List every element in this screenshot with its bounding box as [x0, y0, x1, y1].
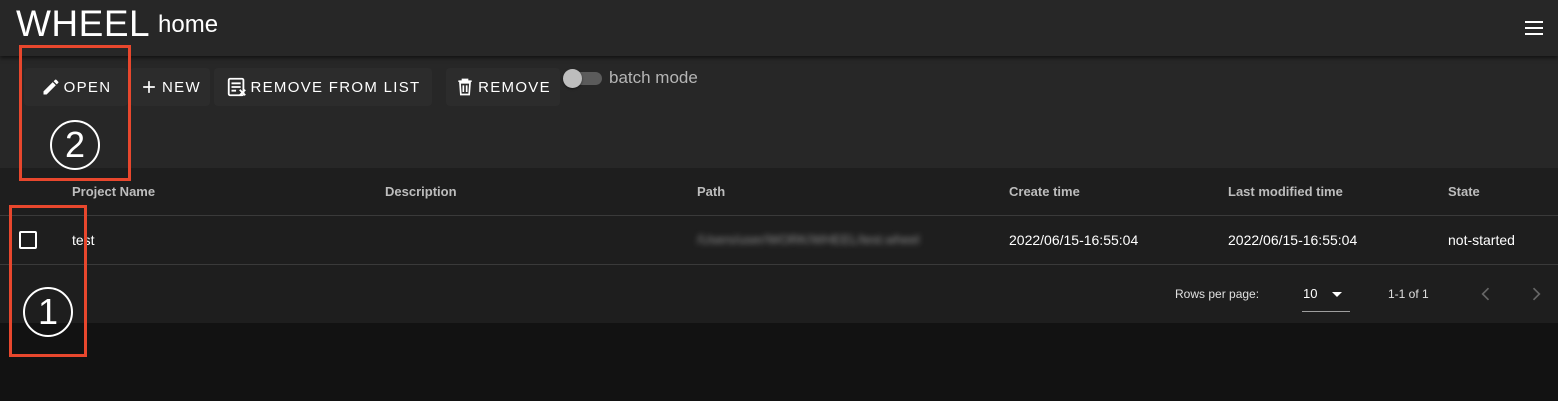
- annotation-marker-2: 2: [50, 120, 100, 170]
- remove-from-list-button[interactable]: REMOVE FROM LIST: [214, 68, 432, 106]
- remove-button[interactable]: REMOVE: [446, 68, 560, 106]
- dropdown-arrow-icon: [1332, 292, 1342, 297]
- page-title: home: [158, 11, 219, 38]
- new-button[interactable]: NEW: [130, 68, 210, 106]
- cell-state: not-started: [1448, 232, 1515, 248]
- column-header-path[interactable]: Path: [697, 184, 725, 199]
- column-header-project-name[interactable]: Project Name: [72, 184, 155, 199]
- chevron-left-icon[interactable]: [1476, 284, 1496, 304]
- app-bar: WHEEL home: [0, 0, 1558, 56]
- wheel-home-page: WHEEL home OPEN NEW REMOVE FROM LIST REM…: [0, 0, 1558, 401]
- column-header-create-time[interactable]: Create time: [1009, 184, 1080, 199]
- cell-last-modified-time: 2022/06/15-16:55:04: [1228, 232, 1358, 248]
- batch-mode-label: batch mode: [609, 68, 698, 87]
- column-header-description[interactable]: Description: [385, 184, 457, 199]
- remove-from-list-icon: [227, 77, 246, 97]
- remove-from-list-label: REMOVE FROM LIST: [250, 78, 421, 96]
- trash-icon: [458, 78, 472, 96]
- pagination-range: 1-1 of 1: [1388, 287, 1429, 301]
- header-divider: [0, 215, 1558, 216]
- batch-mode-toggle[interactable]: [562, 67, 604, 89]
- annotation-marker-1: 1: [23, 287, 73, 337]
- remove-button-label: REMOVE: [478, 78, 551, 96]
- cell-path: /Users/user/WORK/WHEEL/test.wheel: [697, 232, 920, 247]
- rows-per-page-label: Rows per page:: [1175, 287, 1260, 301]
- column-header-last-modified-time[interactable]: Last modified time: [1228, 184, 1343, 199]
- row-divider: [0, 264, 1558, 265]
- rows-per-page-value: 10: [1303, 286, 1318, 301]
- column-header-state[interactable]: State: [1448, 184, 1480, 199]
- project-toolbar: OPEN NEW REMOVE FROM LIST REMOVE batch m…: [0, 56, 1558, 168]
- menu-icon[interactable]: [1520, 14, 1548, 42]
- new-button-label: NEW: [162, 78, 201, 96]
- rows-per-page-select[interactable]: 10: [1302, 282, 1350, 312]
- project-table: Project Name Description Path Create tim…: [0, 168, 1558, 323]
- toggle-thumb: [563, 69, 582, 88]
- cell-create-time: 2022/06/15-16:55:04: [1009, 232, 1139, 248]
- plus-icon: [143, 81, 155, 93]
- app-logo-title[interactable]: WHEEL: [16, 3, 150, 45]
- chevron-right-icon[interactable]: [1526, 284, 1546, 304]
